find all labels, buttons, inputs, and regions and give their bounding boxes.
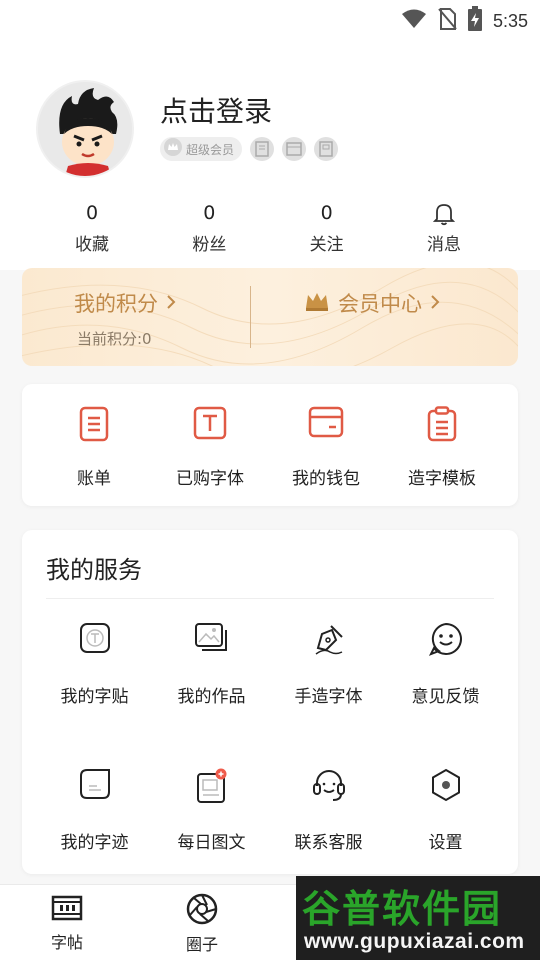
stat-messages[interactable]: 消息 [390, 200, 498, 255]
quick-purchased-fonts[interactable]: 已购字体 [152, 384, 268, 506]
stats-row: 0 收藏 0 粉丝 0 关注 消息 [38, 200, 498, 255]
services-grid: 我的字贴 我的作品 手造字体 意见反馈 我的字迹 每日图文 联系客服 设置 [36, 622, 504, 914]
badge-book-icon [250, 137, 275, 161]
stat-favorites-label: 收藏 [75, 235, 109, 255]
my-points-link[interactable]: 我的积分 [74, 288, 176, 318]
settings-icon [387, 768, 504, 804]
vip-center-link[interactable]: 会员中心 [304, 288, 440, 318]
quick-actions-card: 账单 已购字体 我的钱包 造字模板 [22, 384, 518, 506]
services-title: 我的服务 [46, 556, 142, 584]
points-vip-card: 我的积分 当前积分:0 会员中心 [22, 268, 518, 366]
vip-crown-icon [304, 290, 330, 317]
service-works-label: 我的作品 [177, 687, 246, 707]
vip-center-label: 会员中心 [338, 292, 422, 316]
current-points: 当前积分:0 [77, 330, 152, 348]
quick-template-label: 造字模板 [408, 469, 476, 489]
quick-template[interactable]: 造字模板 [384, 384, 500, 506]
headset-icon [270, 768, 387, 804]
works-icon [153, 622, 270, 658]
stat-following[interactable]: 0 关注 [273, 200, 381, 255]
no-sim-icon [437, 7, 457, 35]
site-watermark: 谷普软件园 www.gupuxiazai.com [296, 876, 540, 960]
copybook-tab-icon [32, 893, 102, 927]
service-handmade-font-label: 手造字体 [294, 687, 363, 707]
super-vip-label: 超级会员 [186, 142, 235, 157]
stat-messages-label: 消息 [426, 235, 461, 255]
badge-document-icon [314, 137, 339, 161]
login-prompt[interactable]: 点击登录 [160, 90, 272, 130]
chevron-right-icon [430, 291, 440, 315]
super-vip-badge: 超级会员 [160, 137, 243, 161]
stat-favorites[interactable]: 0 收藏 [38, 200, 146, 255]
bell-icon [390, 200, 498, 226]
tab-circle[interactable]: 圈子 [167, 893, 237, 955]
stat-following-label: 关注 [309, 235, 344, 255]
status-bar: 5:35 [0, 0, 540, 38]
template-icon [384, 406, 500, 444]
tab-circle-label: 圈子 [185, 935, 218, 954]
tab-copybook[interactable]: 字帖 [32, 893, 102, 953]
service-handwriting-label: 我的字迹 [60, 833, 129, 853]
bill-icon [36, 406, 152, 444]
wallet-icon [268, 406, 384, 444]
watermark-title: 谷普软件园 [302, 887, 503, 931]
copybook-icon [36, 622, 153, 658]
service-customer-support-label: 联系客服 [294, 833, 363, 853]
wifi-icon [401, 8, 427, 34]
card-divider [250, 286, 251, 348]
handwriting-icon [36, 768, 153, 804]
chevron-right-icon [166, 291, 176, 315]
stat-following-count: 0 [320, 202, 333, 224]
aperture-icon [167, 893, 237, 929]
service-copybook-label: 我的字贴 [60, 687, 129, 707]
services-divider [46, 598, 494, 599]
stat-fans-count: 0 [203, 202, 216, 224]
purchased-font-icon [152, 406, 268, 444]
service-settings-label: 设置 [428, 833, 463, 853]
quick-wallet-label: 我的钱包 [292, 469, 360, 489]
stat-fans-label: 粉丝 [192, 235, 227, 255]
watermark-url: www.gupuxiazai.com [304, 930, 525, 953]
stat-fans[interactable]: 0 粉丝 [155, 200, 263, 255]
battery-charging-icon [467, 6, 483, 36]
services-card: 我的服务 我的字贴 我的作品 手造字体 意见反馈 我的字迹 每日图文 联系客服 … [22, 530, 518, 874]
service-feedback-label: 意见反馈 [411, 687, 480, 707]
quick-bill[interactable]: 账单 [36, 384, 152, 506]
my-points-label: 我的积分 [74, 292, 158, 316]
quick-purchased-fonts-label: 已购字体 [176, 469, 244, 489]
pen-icon [270, 622, 387, 658]
quick-wallet[interactable]: 我的钱包 [268, 384, 384, 506]
service-works[interactable]: 我的作品 [153, 622, 270, 768]
status-time: 5:35 [492, 10, 528, 31]
service-copybook[interactable]: 我的字贴 [36, 622, 153, 768]
stat-favorites-count: 0 [85, 202, 99, 224]
feedback-icon [387, 622, 504, 658]
badge-calendar-icon [282, 137, 307, 161]
service-daily-image-label: 每日图文 [177, 833, 246, 853]
avatar-cartoon-icon [38, 82, 132, 176]
service-feedback[interactable]: 意见反馈 [387, 622, 504, 768]
badge-row: 超级会员 [160, 137, 339, 161]
service-handmade-font[interactable]: 手造字体 [270, 622, 387, 768]
daily-image-icon [153, 768, 270, 804]
quick-bill-label: 账单 [77, 469, 111, 489]
avatar[interactable] [36, 80, 134, 178]
crown-icon [164, 138, 182, 160]
tab-copybook-label: 字帖 [50, 933, 83, 952]
